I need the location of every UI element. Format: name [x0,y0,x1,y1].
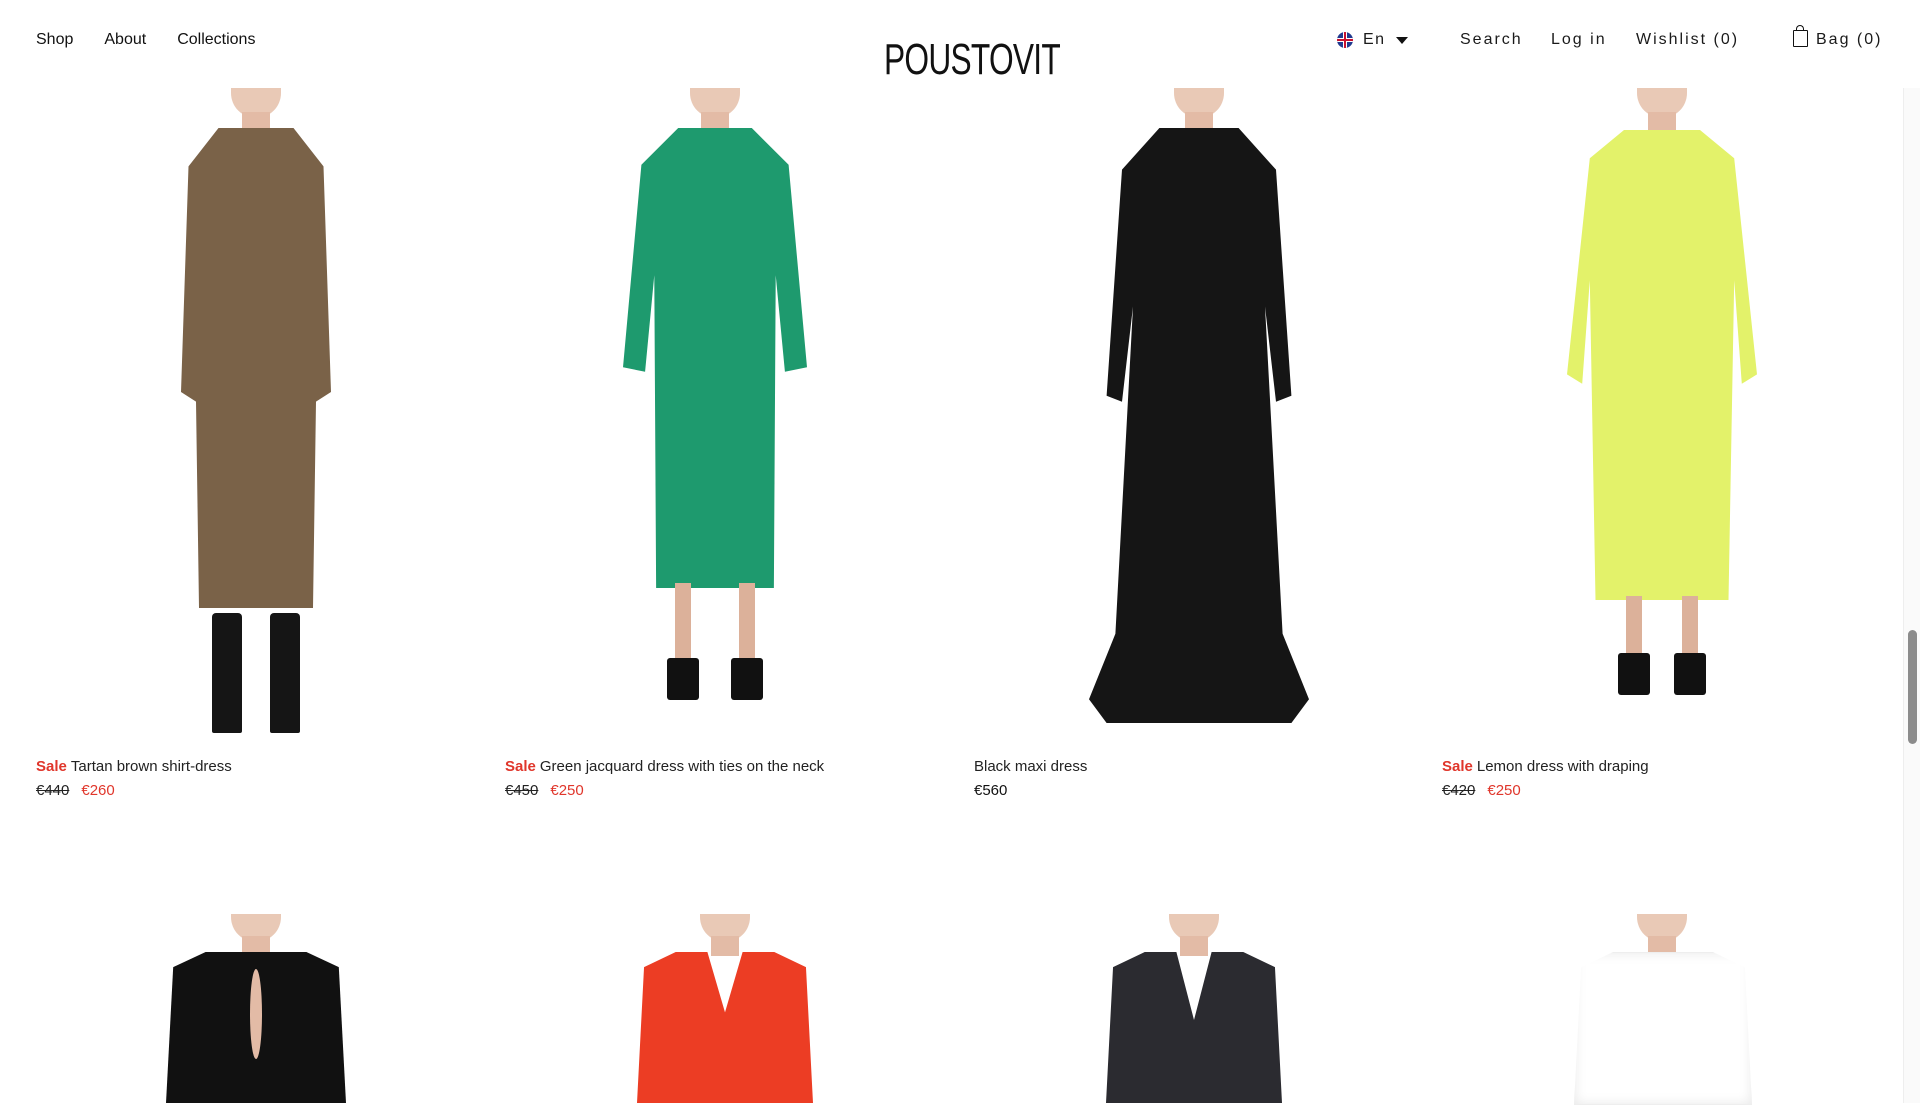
sale-badge: Sale [505,758,536,775]
product-image[interactable] [1094,914,1294,1103]
chevron-down-icon [1395,36,1408,44]
sale-badge: Sale [1442,758,1473,775]
product-image[interactable] [1562,88,1762,748]
product-name[interactable]: Tartan brown shirt-dress [71,758,232,775]
bag-icon[interactable] [1793,25,1808,47]
product-card[interactable] [505,914,945,1103]
page-scrollbar[interactable] [1903,0,1920,1103]
product-image[interactable] [1089,88,1309,748]
product-card[interactable]: Sale Tartan brown shirt-dress €440 €260 [36,88,476,808]
sale-price: €260 [81,782,115,799]
brand-logo[interactable]: POUSTOVIT [884,38,1061,82]
login-link[interactable]: Log in [1551,31,1607,49]
product-image[interactable] [156,914,356,1103]
original-price: €450 [505,782,539,799]
nav-shop[interactable]: Shop [36,31,73,49]
original-price: €420 [1442,782,1476,799]
product-name[interactable]: Green jacquard dress with ties on the ne… [540,758,824,775]
main-nav: Shop About Collections [36,31,255,49]
product-card[interactable] [36,914,476,1103]
wishlist-link[interactable]: Wishlist (0) [1636,31,1739,49]
product-image[interactable] [1562,914,1762,1105]
language-label: En [1363,31,1386,48]
product-name[interactable]: Lemon dress with draping [1477,758,1649,775]
product-card[interactable]: Black maxi dress €560 [974,88,1414,808]
product-name[interactable]: Black maxi dress [974,758,1087,775]
original-price: €440 [36,782,70,799]
language-selector[interactable]: En [1337,31,1408,49]
product-image[interactable] [625,914,825,1103]
product-card[interactable]: Sale Green jacquard dress with ties on th… [505,88,945,808]
bag-link[interactable]: Bag (0) [1816,31,1882,49]
product-image[interactable] [156,88,356,748]
scrollbar-thumb[interactable] [1908,630,1917,744]
product-price: €560 [974,782,1008,799]
nav-about[interactable]: About [104,31,146,49]
sale-price: €250 [550,782,584,799]
product-card[interactable]: Sale Lemon dress with draping €420 €250 [1442,88,1882,808]
product-card[interactable] [974,914,1414,1103]
nav-collections[interactable]: Collections [177,31,255,49]
search-link[interactable]: Search [1460,31,1523,49]
sale-badge: Sale [36,758,67,775]
product-image[interactable] [615,88,815,748]
product-card[interactable] [1442,914,1882,1105]
uk-flag-icon [1337,32,1353,48]
sale-price: €250 [1487,782,1521,799]
site-header: Shop About Collections POUSTOVIT En Sear… [0,0,1920,88]
